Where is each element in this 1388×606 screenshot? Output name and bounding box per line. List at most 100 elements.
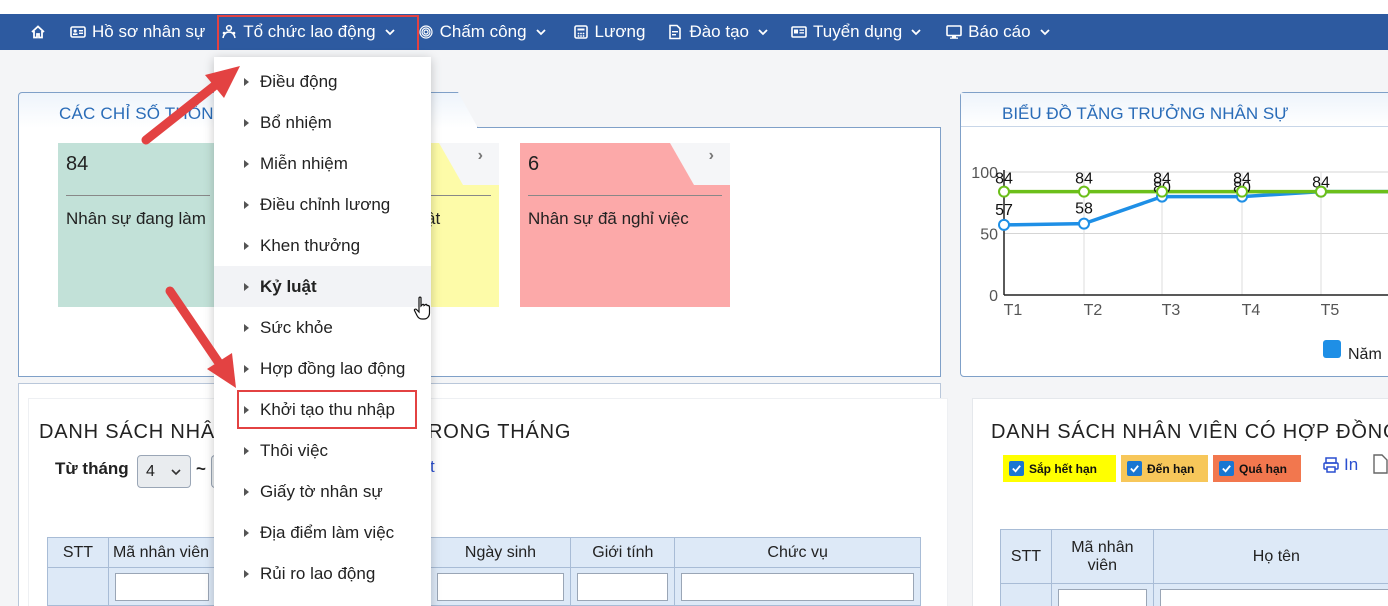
menu-item-suc-khoe[interactable]: Sức khỏe (214, 307, 431, 348)
nav-bao-cao[interactable]: Báo cáo (930, 14, 1058, 50)
col-position[interactable]: Chức vụ (674, 537, 921, 568)
checkbox-checked-icon[interactable] (1127, 461, 1142, 476)
nav-cham-cong[interactable]: Chấm công (404, 14, 555, 50)
range-tilde: ~ (196, 459, 206, 478)
menu-item-label: Giấy tờ nhân sự (260, 481, 383, 501)
x-tick-label: T2 (1084, 302, 1103, 319)
nav-label: Báo cáo (968, 22, 1031, 41)
chevron-right-icon[interactable]: › (709, 147, 714, 165)
filter-label: Quá hạn (1239, 461, 1288, 476)
menu-item-hop-dong-lao-dong[interactable]: Hợp đồng lao động (214, 348, 431, 389)
card-value: 6 (528, 153, 540, 175)
data-point[interactable] (1156, 185, 1168, 198)
menu-item-giay-to-nhan-su[interactable]: Giấy tờ nhân sự (214, 471, 431, 512)
chevron-down-icon (535, 29, 546, 36)
data-point[interactable] (1236, 185, 1248, 198)
menu-item-ky-luat[interactable]: Kỷ luật (214, 266, 431, 307)
indicators-title: CÁC CHỈ SỐ THỐNG (59, 104, 228, 123)
home-button[interactable] (0, 14, 62, 50)
filter-birthday-input[interactable] (436, 572, 565, 601)
menu-item-bo-nhiem[interactable]: Bổ nhiệm (214, 102, 431, 143)
menu-item-khen-thuong[interactable]: Khen thưởng (214, 225, 431, 266)
caret-right-icon (244, 160, 249, 168)
employee-table: STT Mã nhân viên Ngày sinh Giới tính Chứ… (47, 537, 921, 606)
menu-highlight-box (237, 390, 417, 429)
menu-item-dieu-dong[interactable]: Điều động (214, 61, 431, 102)
col-full-name[interactable]: Họ tên (1152, 529, 1388, 584)
legend-swatch[interactable] (1323, 340, 1341, 358)
card-label: Nhân sự đang làm (66, 209, 206, 228)
nav-ho-so-nhan-su[interactable]: Hồ sơ nhân sự (62, 14, 213, 50)
nav-label: Tuyển dụng (813, 22, 903, 41)
indicator-card-active[interactable]: 84 Nhân sự đang làm (58, 143, 218, 307)
legend-label: Năm (1348, 346, 1382, 363)
home-icon (31, 25, 45, 39)
data-point[interactable] (1078, 217, 1090, 230)
caret-right-icon (244, 447, 249, 455)
indicator-card-discipline[interactable]: › ật (426, 143, 499, 307)
filter-cell (1050, 583, 1154, 606)
nav-luong[interactable]: Lương (555, 14, 654, 50)
contract-list-title: DANH SÁCH NHÂN VIÊN CÓ HỢP ĐỒNG (991, 421, 1388, 443)
filter-cell (1152, 583, 1388, 606)
filter-gender-input[interactable] (577, 572, 669, 601)
contract-table: STT Mã nhân viên Họ tên (1000, 529, 1388, 606)
filter-cell (429, 567, 572, 606)
chevron-right-icon[interactable]: › (478, 147, 483, 165)
training-icon (669, 24, 682, 40)
menu-item-label: Địa điểm làm việc (260, 522, 395, 542)
x-tick-label: T4 (1242, 302, 1261, 319)
nav-label: Lương (594, 22, 646, 41)
from-month-label: Từ tháng (55, 459, 129, 478)
col-stt[interactable]: STT (1000, 529, 1052, 584)
filter-expiring-soon[interactable]: Sắp hết hạn (1003, 455, 1116, 482)
data-point[interactable] (1078, 185, 1090, 198)
col-stt[interactable]: STT (47, 537, 109, 568)
menu-item-thoi-viec[interactable]: Thôi việc (214, 430, 431, 471)
menu-item-label: Rủi ro lao động (260, 563, 376, 583)
filter-employee-code-input[interactable] (114, 572, 209, 601)
col-birthday[interactable]: Ngày sinh (429, 537, 572, 568)
indicator-card-resigned[interactable]: › 6 Nhân sự đã nghỉ việc (520, 143, 730, 307)
data-point[interactable] (1315, 185, 1327, 198)
print-label: In (1344, 455, 1359, 474)
card-fold (670, 143, 730, 185)
from-month-value: 4 (146, 462, 155, 480)
checkbox-checked-icon[interactable] (1009, 461, 1024, 476)
table-header-row: STT Mã nhân viên Ngày sinh Giới tính Chứ… (47, 537, 921, 568)
col-employee-code[interactable]: Mã nhân viên (1050, 529, 1154, 584)
nav-tuyen-dung[interactable]: Tuyển dụng (777, 14, 930, 50)
col-gender[interactable]: Giới tính (570, 537, 676, 568)
menu-item-mien-nhiem[interactable]: Miễn nhiệm (214, 143, 431, 184)
card-label: Nhân sự đã nghỉ việc (528, 209, 689, 228)
menu-item-rui-ro-lao-dong[interactable]: Rủi ro lao động (214, 553, 431, 594)
main-navbar: Hồ sơ nhân sự Tổ chức lao động Chấm công… (0, 14, 1388, 50)
nav-label: Hồ sơ nhân sự (92, 22, 206, 41)
calculator-icon (573, 25, 588, 39)
y-tick-label: 0 (989, 288, 998, 305)
caret-right-icon (244, 78, 249, 86)
filter-full-name-input[interactable] (1159, 588, 1388, 606)
card-divider (528, 195, 722, 196)
print-button[interactable]: In (1322, 455, 1358, 475)
checkbox-checked-icon[interactable] (1219, 461, 1234, 476)
filter-position-input[interactable] (681, 572, 914, 601)
filter-overdue[interactable]: Quá hạn (1213, 455, 1301, 482)
menu-item-label: Kỷ luật (260, 276, 317, 296)
data-point[interactable] (998, 218, 1010, 231)
nav-dao-tao[interactable]: Đào tạo (653, 14, 777, 50)
x-tick-label: T1 (1004, 302, 1023, 319)
caret-right-icon (244, 365, 249, 373)
chevron-down-icon (758, 29, 768, 36)
menu-item-dia-diem-lam-viec[interactable]: Địa điểm làm việc (214, 512, 431, 553)
data-label: 84 (1153, 171, 1171, 188)
export-icon[interactable] (1372, 454, 1388, 474)
data-point[interactable] (998, 185, 1010, 198)
caret-right-icon (244, 570, 249, 578)
menu-item-label: Miễn nhiệm (260, 153, 348, 173)
caret-right-icon (244, 119, 249, 127)
filter-due[interactable]: Đến hạn (1121, 455, 1208, 482)
filter-employee-code-input[interactable] (1057, 588, 1147, 606)
menu-item-dieu-chinh-luong[interactable]: Điều chỉnh lương (214, 184, 431, 225)
from-month-select[interactable]: 4 (137, 455, 191, 488)
